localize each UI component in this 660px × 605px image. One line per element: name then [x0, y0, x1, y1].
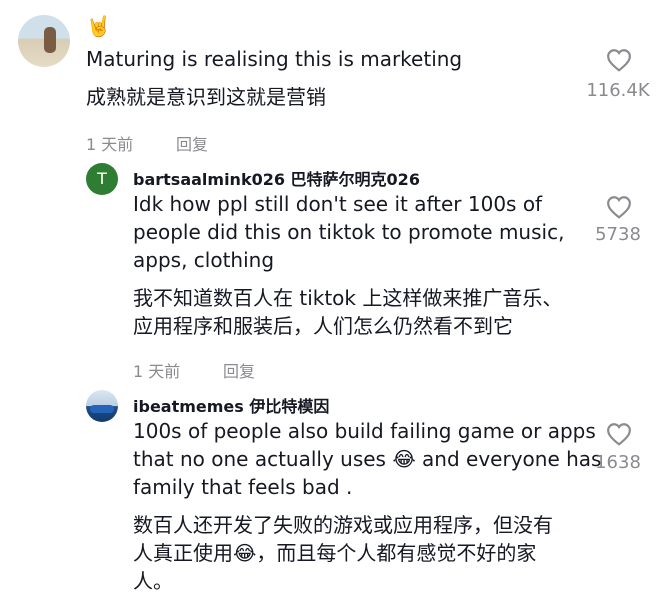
avatar-figure — [44, 27, 56, 53]
avatar-car — [90, 405, 114, 413]
comment-text-zh: 应用程序和服装后，人们怎么仍然看不到它 — [133, 314, 513, 338]
avatar-letter: T — [97, 169, 107, 188]
avatar[interactable] — [18, 15, 70, 67]
comment-text-en: family that feels bad . — [133, 475, 353, 499]
like-heart-icon[interactable] — [606, 422, 632, 446]
comment-text-en: 100s of people also build failing game o… — [133, 419, 596, 443]
commenter-name[interactable]: bartsaalmink026 巴特萨尔明克026 — [133, 166, 420, 190]
reply-button[interactable]: 回复 — [176, 131, 208, 155]
comment-text-zh: 数百人还开发了失败的游戏或应用程序，但没有 — [133, 513, 553, 537]
comment-text-zh: 我不知道数百人在 tiktok 上这样做来推广音乐、 — [133, 286, 563, 310]
comment-text-en: apps, clothing — [133, 248, 275, 272]
comment-time: 1 天前 — [86, 135, 134, 154]
comment-time: 1 天前 — [133, 362, 181, 381]
comment-text-en: Idk how ppl still don't see it after 100… — [133, 192, 543, 216]
comment-text-en: Maturing is realising this is marketing — [86, 47, 463, 71]
comment-text-zh: 成熟就是意识到这就是营销 — [86, 85, 326, 109]
rock-hand-emoji: 🤘 — [86, 14, 111, 38]
avatar[interactable] — [86, 390, 118, 422]
avatar[interactable]: T — [86, 163, 118, 195]
comment-text-zh: 人。 — [133, 569, 173, 593]
like-count: 116.4K — [586, 80, 650, 101]
comment-text-en: people did this on tiktok to promote mus… — [133, 220, 565, 244]
comment-text-zh: 人真正使用😂，而且每个人都有感觉不好的家 — [133, 541, 537, 565]
like-count: 5738 — [595, 224, 641, 245]
like-heart-icon[interactable] — [606, 195, 632, 219]
commenter-name[interactable]: ibeatmemes 伊比特模因 — [133, 393, 329, 417]
like-count: 1638 — [595, 452, 641, 473]
comment-text-en: that no one actually uses 😂 and everyone… — [133, 447, 602, 471]
like-heart-icon[interactable] — [606, 48, 632, 72]
reply-button[interactable]: 回复 — [223, 358, 255, 382]
